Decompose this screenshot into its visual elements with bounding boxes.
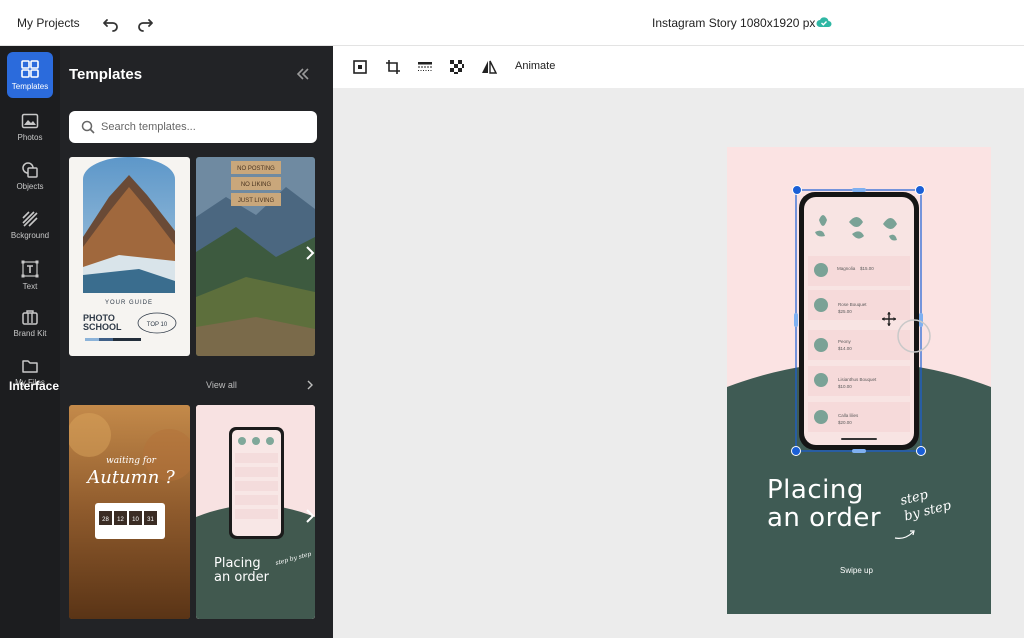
templates-icon	[21, 60, 39, 78]
search-box[interactable]	[69, 111, 317, 143]
counter-2: 12	[117, 517, 124, 523]
artboard-heading-line2: an order	[767, 503, 882, 533]
interface-section-label: Interface	[9, 379, 60, 393]
text-icon	[21, 260, 39, 278]
chevron-right-icon[interactable]	[306, 380, 314, 390]
redo-icon[interactable]	[136, 14, 154, 32]
photo-school-guide: YOUR GUIDE	[105, 300, 153, 306]
panel-title: Templates	[69, 66, 143, 83]
my-projects-link[interactable]: My Projects	[17, 16, 80, 30]
photo-school-line2: SCHOOL	[83, 322, 122, 332]
swipe-up-label[interactable]: Swipe up	[840, 566, 873, 575]
crop-icon[interactable]	[385, 59, 401, 75]
undo-icon[interactable]	[102, 14, 120, 32]
sidebar-item-templates[interactable]: Templates	[0, 46, 60, 98]
template-placing-order[interactable]: Placing an order step by step	[196, 405, 315, 619]
checkerboard-icon[interactable]	[449, 59, 465, 75]
sidebar-item-objects[interactable]: Objects	[0, 155, 60, 201]
autumn-artwork: waiting for Autumn ? 28 12 10 31	[69, 405, 190, 619]
objects-icon	[22, 162, 38, 178]
sidebar-item-label: Bckground	[10, 231, 50, 240]
app: My Projects Instagram Story 1080x1920 px…	[0, 0, 1024, 638]
sidebar-item-photos[interactable]: Photos	[0, 106, 60, 152]
counter-4: 31	[147, 517, 154, 523]
search-input[interactable]	[101, 118, 307, 136]
position-icon[interactable]	[352, 59, 368, 75]
sidebar-item-label: Objects	[16, 182, 44, 191]
cloud-saved-icon	[816, 17, 832, 27]
background-icon	[22, 211, 38, 227]
resize-handle-bottom-right[interactable]	[916, 446, 926, 456]
photo-school-badge: TOP 10	[147, 322, 168, 328]
transparency-icon[interactable]	[417, 59, 433, 75]
sidebar-item-text[interactable]: Text	[0, 253, 60, 299]
sidebar-item-label: Text	[22, 282, 38, 291]
my-files-icon	[22, 360, 38, 373]
resize-handle-bottom-left[interactable]	[791, 446, 801, 456]
artboard-heading-line1: Placing	[767, 475, 864, 505]
template-photo-school[interactable]: YOUR GUIDE PHOTO SCHOOL TOP 10	[69, 157, 190, 356]
move-cursor-icon	[882, 312, 896, 326]
small-placing-line2: an order	[214, 570, 270, 585]
templates-next-arrow[interactable]	[304, 245, 316, 261]
interface-next-arrow[interactable]	[304, 508, 316, 524]
search-icon	[81, 120, 95, 134]
sidebar-item-label: Templates	[11, 82, 49, 91]
mountain-artwork: NO POSTING NO LIKING JUST LIVING	[196, 157, 315, 356]
sign-1: NO POSTING	[237, 166, 275, 172]
animate-button[interactable]: Animate	[515, 60, 555, 72]
photos-icon	[21, 113, 39, 129]
resize-handle-top-right[interactable]	[915, 185, 925, 195]
artboard-heading[interactable]: Placing an order	[767, 476, 881, 532]
photo-school-artwork: YOUR GUIDE PHOTO SCHOOL TOP 10	[83, 157, 177, 341]
flip-icon[interactable]	[481, 59, 497, 75]
resize-handle-top-left[interactable]	[792, 185, 802, 195]
sidebar-item-background[interactable]: Bckground	[0, 204, 60, 250]
sidebar-item-brand-kit[interactable]: Brand Kit	[0, 302, 60, 348]
template-mountain-signs[interactable]: NO POSTING NO LIKING JUST LIVING	[196, 157, 315, 356]
autumn-script1: waiting for	[106, 456, 157, 466]
rotate-handle[interactable]	[896, 318, 932, 354]
sidebar-item-label: Brand Kit	[13, 329, 47, 338]
edit-toolbar: Animate	[333, 46, 1024, 88]
sign-3: JUST LIVING	[238, 198, 275, 204]
sidebar-rail: Templates Photos Objects Bckground Text …	[0, 46, 60, 638]
template-autumn[interactable]: waiting for Autumn ? 28 12 10 31	[69, 405, 190, 619]
autumn-script2: Autumn ?	[85, 467, 175, 488]
view-all-link[interactable]: View all	[206, 380, 237, 390]
sign-2: NO LIKING	[241, 182, 272, 188]
small-placing-line1: Placing	[214, 556, 261, 571]
counter-1: 28	[102, 517, 109, 523]
sidebar-item-label: Photos	[17, 133, 43, 142]
brand-kit-icon	[22, 310, 38, 325]
document-title[interactable]: Instagram Story 1080x1920 px	[652, 16, 815, 30]
counter-3: 10	[132, 517, 139, 523]
placing-order-artwork: Placing an order step by step	[196, 405, 315, 619]
collapse-panel-icon[interactable]	[296, 68, 310, 80]
top-bar: My Projects Instagram Story 1080x1920 px	[0, 0, 1024, 46]
script-flourish-icon	[894, 530, 915, 539]
